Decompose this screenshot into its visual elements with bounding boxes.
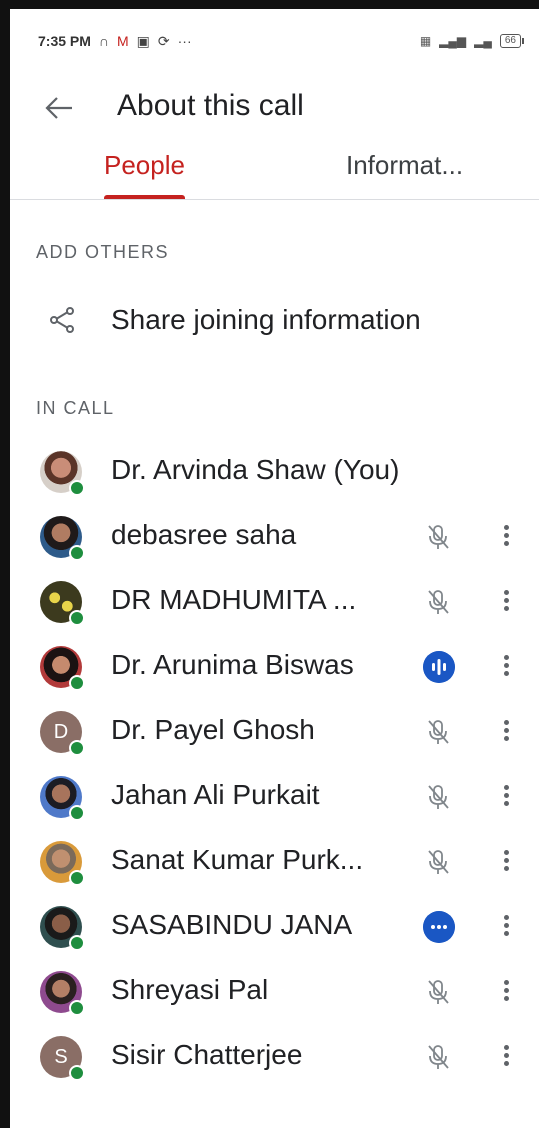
page-title: About this call [117, 89, 304, 122]
add-others-heading: ADD OTHERS [36, 242, 170, 262]
more-vert-icon[interactable] [496, 847, 516, 877]
participant-name: DR MADHUMITA ... [111, 584, 357, 615]
avatar [40, 451, 85, 496]
headphones-icon: ∩ [98, 33, 109, 49]
share-joining-info-button[interactable]: Share joining information [10, 296, 539, 346]
more-vert-icon[interactable] [496, 522, 516, 552]
participant-row[interactable]: Jahan Ali Purkait [10, 764, 539, 829]
tab-information[interactable]: Informat... [346, 143, 463, 199]
more-vert-icon[interactable] [496, 652, 516, 682]
participant-row[interactable]: Sanat Kumar Purk... [10, 829, 539, 894]
unmuted-indicator-icon [423, 911, 455, 943]
avatar: S [40, 1036, 85, 1081]
presence-dot [69, 740, 85, 756]
mic-off-icon [428, 590, 449, 614]
more-vert-icon[interactable] [496, 587, 516, 617]
presence-dot [69, 480, 85, 496]
participant-name: Dr. Payel Ghosh [111, 714, 315, 745]
participant-name: debasree saha [111, 519, 297, 550]
gmail-icon: M [116, 33, 129, 49]
app-bar: About this call [10, 73, 539, 143]
mic-off-icon [428, 1045, 449, 1069]
more-vert-icon[interactable] [496, 782, 516, 812]
avatar [40, 906, 85, 951]
back-arrow-icon[interactable] [44, 95, 74, 121]
presence-dot [69, 675, 85, 691]
participant-row[interactable]: Shreyasi Pal [10, 959, 539, 1024]
participant-row[interactable]: S Sisir Chatterjee [10, 1024, 539, 1089]
more-vert-icon[interactable] [496, 717, 516, 747]
participant-name: SASABINDU JANA [111, 909, 353, 940]
sim-icon: ▦ [419, 34, 432, 48]
avatar [40, 776, 85, 821]
more-vert-icon[interactable] [496, 1042, 516, 1072]
mic-off-icon [428, 785, 449, 809]
tab-people[interactable]: People [104, 143, 185, 199]
sync-icon: ⟳ [157, 32, 170, 49]
presence-dot [69, 1065, 85, 1081]
participant-name: Shreyasi Pal [111, 974, 269, 1005]
speaking-indicator-icon [423, 651, 455, 683]
participant-row[interactable]: Dr. Arvinda Shaw (You) [10, 439, 539, 504]
status-right: ▦ ▂▄▆ ▂▄ 66 [419, 34, 525, 48]
participant-name: Sanat Kumar Purk... [111, 844, 364, 875]
presence-dot [69, 545, 85, 561]
participant-name: Dr. Arunima Biswas [111, 649, 354, 680]
share-icon [50, 307, 74, 333]
avatar: D [40, 711, 85, 756]
participant-row[interactable]: SASABINDU JANA [10, 894, 539, 959]
participant-row[interactable]: Dr. Arunima Biswas [10, 634, 539, 699]
participant-row[interactable]: D Dr. Payel Ghosh [10, 699, 539, 764]
call-info-screen: 7:35 PM ∩ M ▣ ⟳ ··· ▦ ▂▄▆ ▂▄ 66 About th… [10, 9, 539, 1128]
share-joining-info-label: Share joining information [111, 304, 421, 335]
in-call-heading: IN CALL [36, 398, 115, 418]
participant-name: Sisir Chatterjee [111, 1039, 303, 1070]
participant-name: Jahan Ali Purkait [111, 779, 320, 810]
signal-icon: ▂▄▆ [439, 34, 467, 48]
mic-off-icon [428, 850, 449, 874]
participant-name: Dr. Arvinda Shaw (You) [111, 454, 400, 485]
presence-dot [69, 805, 85, 821]
avatar [40, 971, 85, 1016]
presence-dot [69, 610, 85, 626]
status-time: 7:35 PM [38, 33, 91, 49]
status-left: 7:35 PM ∩ M ▣ ⟳ ··· [38, 33, 192, 50]
signal-weak-icon: ▂▄ [474, 34, 492, 48]
avatar [40, 646, 85, 691]
avatar [40, 841, 85, 886]
notification-icon: ▣ [136, 32, 150, 49]
avatar [40, 581, 85, 626]
battery-icon: 66 [499, 34, 525, 48]
participant-row[interactable]: debasree saha [10, 504, 539, 569]
status-more: ··· [177, 33, 192, 49]
mic-off-icon [428, 980, 449, 1004]
more-vert-icon[interactable] [496, 977, 516, 1007]
presence-dot [69, 935, 85, 951]
mic-off-icon [428, 720, 449, 744]
status-bar: 7:35 PM ∩ M ▣ ⟳ ··· ▦ ▂▄▆ ▂▄ 66 [10, 9, 539, 73]
participant-row[interactable]: DR MADHUMITA ... [10, 569, 539, 634]
tab-bar: People Informat... [10, 143, 539, 200]
avatar [40, 516, 85, 561]
mic-off-icon [428, 525, 449, 549]
presence-dot [69, 870, 85, 886]
presence-dot [69, 1000, 85, 1016]
participant-list: Dr. Arvinda Shaw (You) debasree saha DR … [10, 439, 539, 1089]
more-vert-icon[interactable] [496, 912, 516, 942]
